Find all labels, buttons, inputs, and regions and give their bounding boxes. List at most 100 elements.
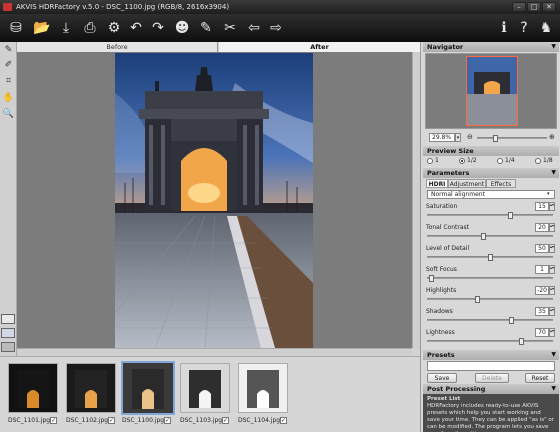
collapse-icon[interactable]: ▼ (551, 42, 556, 52)
thumbnail[interactable] (66, 363, 116, 413)
tab-adjustment[interactable]: Adjustment (448, 179, 486, 188)
forward-icon[interactable]: ⇨ (266, 18, 286, 38)
reset-button[interactable]: Reset (525, 373, 555, 383)
thumbnail-checkbox[interactable]: ✓ (108, 417, 115, 424)
preferences-icon[interactable]: ✂ (220, 18, 240, 38)
param-value-field[interactable]: -20 (535, 286, 549, 295)
spinner-icon[interactable]: ▴▾ (549, 328, 555, 337)
back-icon[interactable]: ⇦ (244, 18, 264, 38)
preset-select[interactable] (427, 361, 555, 371)
thumbnail-selected[interactable] (121, 361, 175, 415)
spinner-icon[interactable]: ▴▾ (549, 202, 555, 211)
print-icon[interactable]: ⎙ (80, 18, 100, 38)
save-preset-button[interactable]: Save (427, 373, 457, 383)
thumbnail[interactable] (180, 363, 230, 413)
open-icon[interactable]: ⛁ (6, 18, 26, 38)
param-value-field[interactable]: 15 (535, 202, 549, 211)
param-slider-knob[interactable] (429, 275, 434, 282)
spinner-icon[interactable]: ▴▾ (549, 265, 555, 274)
param-slider-knob[interactable] (475, 296, 480, 303)
about-icon[interactable]: ♞ (536, 18, 556, 38)
vertical-scrollbar[interactable] (412, 52, 420, 348)
navigator-header[interactable]: Navigator ▼ (423, 42, 559, 52)
spinner-icon[interactable]: ▴▾ (549, 244, 555, 253)
thumbnail[interactable] (238, 363, 288, 413)
zoom-tool-icon[interactable]: 🔍 (2, 108, 15, 121)
preview-size-radio[interactable] (497, 158, 503, 164)
hand-tool-icon[interactable]: ✋ (2, 92, 15, 105)
collapse-icon[interactable]: ▼ (551, 168, 556, 178)
param-value-field[interactable]: 1 (535, 265, 549, 274)
param-value-field[interactable]: 70 (535, 328, 549, 337)
eraser-tool-icon[interactable]: ✐ (2, 59, 15, 72)
post-processing-header[interactable]: Post Processing ▼ (423, 384, 559, 394)
crop-tool-icon[interactable]: ⌗ (2, 75, 15, 88)
background-color-icon[interactable] (1, 342, 15, 352)
brush-icon[interactable]: ✎ (196, 18, 216, 38)
spinner-icon[interactable]: ▴▾ (549, 286, 555, 295)
param-slider-knob[interactable] (519, 338, 524, 345)
parameters-header[interactable]: Parameters ▼ (423, 168, 559, 178)
open-image-icon[interactable]: 📂 (32, 18, 52, 38)
run-icon[interactable]: ☻ (172, 18, 192, 38)
preview-size-radio[interactable] (535, 158, 541, 164)
alignment-select[interactable]: Normal alignment (427, 190, 555, 199)
collapse-icon[interactable]: ▼ (551, 384, 556, 394)
thumbnail-checkbox[interactable]: ✓ (50, 417, 57, 424)
tab-after[interactable]: After (219, 42, 420, 52)
minimize-icon[interactable]: – (512, 2, 526, 12)
param-slider[interactable] (427, 254, 553, 261)
zoom-level-field[interactable]: 29.8% (429, 133, 455, 142)
zoom-out-icon[interactable]: ⊖ (467, 133, 473, 141)
preview-size-radio-selected[interactable] (459, 158, 465, 164)
help-icon[interactable]: ? (514, 18, 534, 38)
param-value-field[interactable]: 20 (535, 223, 549, 232)
preview-size-radio[interactable] (427, 158, 433, 164)
view-split-icon[interactable] (1, 328, 15, 338)
param-value-field[interactable]: 50 (535, 244, 549, 253)
info-icon[interactable]: ℹ (494, 18, 514, 38)
thumbnail-checkbox[interactable]: ✓ (222, 417, 229, 424)
image-canvas[interactable] (17, 52, 412, 348)
collapse-icon[interactable]: ▼ (551, 350, 556, 360)
param-slider[interactable] (427, 212, 553, 219)
thumbnail[interactable] (8, 363, 58, 413)
delete-preset-button[interactable]: Delete (475, 373, 509, 383)
thumbnail-checkbox[interactable]: ✓ (280, 417, 287, 424)
param-slider-knob[interactable] (481, 233, 486, 240)
undo-icon[interactable]: ↶ (126, 18, 146, 38)
spinner-icon[interactable]: ▴▾ (549, 307, 555, 316)
param-label: Level of Detail (426, 245, 470, 252)
navigator-preview[interactable] (425, 53, 557, 129)
param-slider[interactable] (427, 275, 553, 282)
view-single-icon[interactable] (1, 314, 15, 324)
param-slider-knob[interactable] (488, 254, 493, 261)
spinner-icon[interactable]: ▴▾ (549, 223, 555, 232)
save-icon[interactable]: ⤓ (56, 18, 76, 38)
param-slider[interactable] (427, 233, 553, 240)
thumbnail-checkbox[interactable]: ✓ (164, 417, 171, 424)
brush-tool-icon[interactable]: ✎ (2, 44, 15, 57)
redo-icon[interactable]: ↷ (148, 18, 168, 38)
presets-header[interactable]: Presets ▼ (423, 350, 559, 360)
tab-hdri[interactable]: HDRI (426, 179, 448, 188)
close-icon[interactable]: ✕ (542, 2, 556, 12)
maximize-icon[interactable]: □ (527, 2, 541, 12)
param-label: Shadows (426, 308, 453, 315)
tab-effects[interactable]: Effects (486, 179, 516, 188)
zoom-dropdown-icon[interactable]: ▾ (455, 133, 461, 142)
horizontal-scrollbar[interactable] (17, 348, 412, 356)
param-slider-knob[interactable] (509, 317, 514, 324)
batch-icon[interactable]: ⚙ (104, 18, 124, 38)
param-slider[interactable] (427, 338, 553, 345)
param-value-field[interactable]: 35 (535, 307, 549, 316)
param-slider[interactable] (427, 317, 553, 324)
tab-before[interactable]: Before (17, 42, 218, 52)
zoom-slider-knob[interactable] (493, 135, 498, 142)
zoom-slider[interactable] (477, 135, 547, 142)
zoom-in-icon[interactable]: ⊕ (549, 133, 555, 141)
param-slider-knob[interactable] (508, 212, 513, 219)
chevron-down-icon[interactable]: ▾ (547, 190, 550, 199)
param-slider[interactable] (427, 296, 553, 303)
param-label: Tonal Contrast (426, 224, 470, 231)
